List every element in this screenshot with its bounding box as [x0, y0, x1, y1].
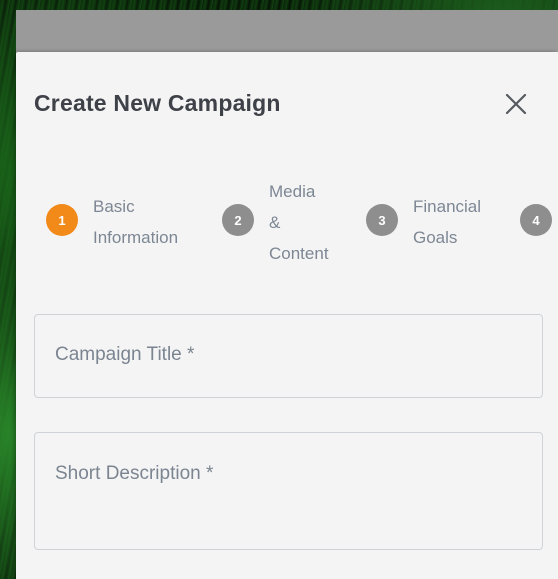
modal-title: Create New Campaign [34, 90, 281, 116]
step-1-label-line: Basic [93, 197, 135, 216]
step-1-label-line: Information [93, 228, 179, 247]
close-icon [505, 93, 527, 115]
step-indicator: 1 Basic Information 2 Media & Content 3 … [16, 172, 558, 272]
step-3-label[interactable]: Financial Goals [413, 191, 481, 253]
step-1-circle[interactable]: 1 [46, 204, 78, 236]
step-3-label-line: Financial [413, 197, 482, 216]
campaign-title-placeholder: Campaign Title * [55, 344, 195, 365]
step-3-label-line: Goals [413, 228, 458, 247]
underlying-page-header [16, 10, 558, 56]
step-2-label-line: Content [269, 244, 329, 263]
create-campaign-modal: Create New Campaign 1 Basic Information … [16, 52, 558, 579]
step-2-circle[interactable]: 2 [222, 204, 254, 236]
short-description-placeholder: Short Description * [55, 463, 214, 484]
step-4-circle[interactable]: 4 [520, 204, 552, 236]
close-button[interactable] [500, 88, 532, 120]
step-2-label-line: Media [269, 182, 316, 201]
step-2-label[interactable]: Media & Content [269, 176, 329, 269]
campaign-title-input[interactable]: Campaign Title * [34, 314, 543, 398]
step-3-circle[interactable]: 3 [366, 204, 398, 236]
step-1-label[interactable]: Basic Information [93, 191, 178, 253]
step-2-label-line: & [269, 213, 281, 232]
short-description-input[interactable]: Short Description * [34, 432, 543, 550]
